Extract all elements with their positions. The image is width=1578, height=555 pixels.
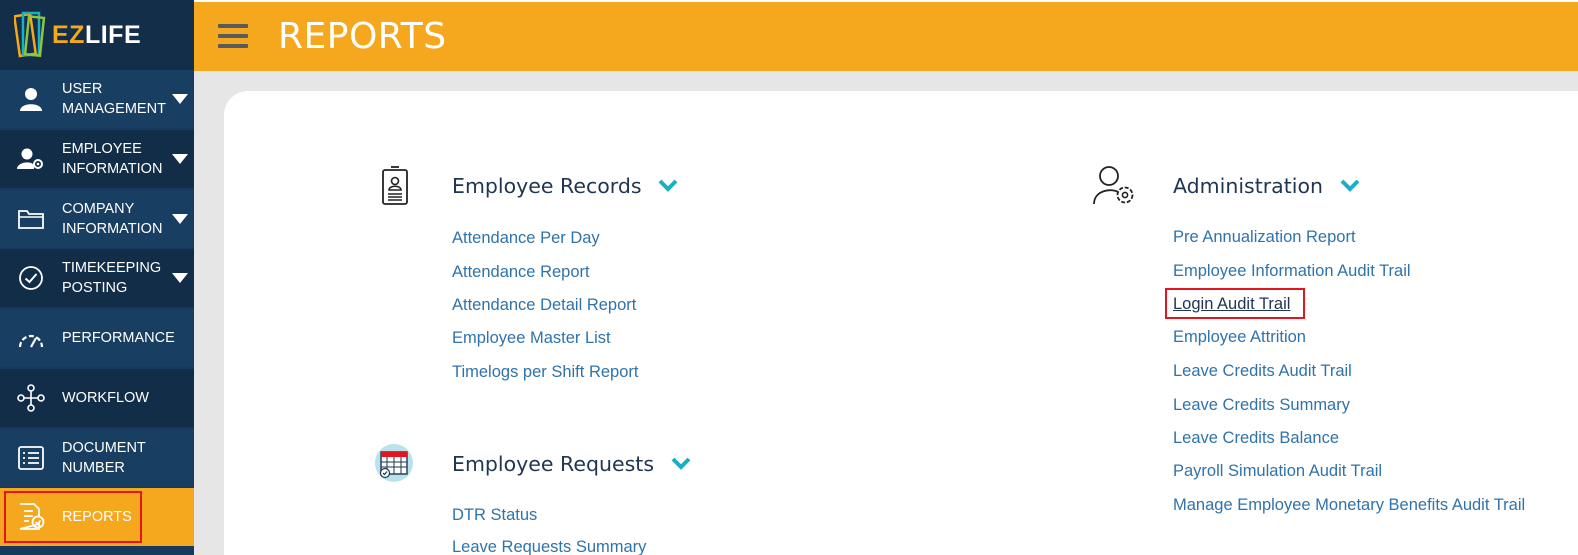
sidebar-item-user-management[interactable]: USER MANAGEMENT (0, 70, 194, 128)
link-leave-credits-summary[interactable]: Leave Credits Summary (1173, 396, 1350, 415)
sidebar-item-timekeeping-posting[interactable]: TIMEKEEPING POSTING (0, 249, 194, 307)
top-header: REPORTS (194, 0, 1578, 71)
link-leave-requests-summary[interactable]: Leave Requests Summary (452, 538, 646, 555)
chevron-down-icon (172, 94, 188, 104)
section-title-employee-requests[interactable]: Employee Requests (452, 452, 691, 476)
link-pre-annualization-report[interactable]: Pre Annualization Report (1173, 228, 1356, 247)
id-card-icon (382, 166, 408, 205)
ezlife-logo-icon (14, 11, 46, 58)
sidebar: EZLIFE USER MANAGEMENT EMPLOYEE INFORMATIO… (0, 0, 194, 555)
link-payroll-simulation-audit-trail[interactable]: Payroll Simulation Audit Trail (1173, 462, 1382, 481)
chevron-down-icon (172, 154, 188, 164)
link-leave-credits-audit-trail[interactable]: Leave Credits Audit Trail (1173, 362, 1352, 381)
page-title: REPORTS (278, 16, 447, 57)
link-login-audit-trail[interactable]: Login Audit Trail (1173, 295, 1290, 314)
user-icon (0, 87, 62, 111)
link-leave-credits-balance[interactable]: Leave Credits Balance (1173, 429, 1339, 448)
calendar-icon (375, 444, 413, 482)
link-employee-information-audit-trail[interactable]: Employee Information Audit Trail (1173, 262, 1411, 281)
gauge-icon (0, 327, 62, 349)
sidebar-item-reports[interactable]: REPORTS (0, 488, 194, 546)
sidebar-item-workflow[interactable]: WORKFLOW (0, 369, 194, 427)
chevron-down-icon (172, 214, 188, 224)
section-title-employee-records[interactable]: Employee Records (452, 174, 678, 198)
workflow-icon (0, 384, 62, 412)
reports-highlight-box (4, 491, 142, 543)
chevron-down-icon[interactable] (671, 456, 691, 470)
sidebar-item-employee-information[interactable]: EMPLOYEE INFORMATION (0, 130, 194, 188)
link-dtr-status[interactable]: DTR Status (452, 506, 537, 525)
document-list-icon (0, 445, 62, 471)
link-attendance-detail-report[interactable]: Attendance Detail Report (452, 296, 636, 315)
link-employee-attrition[interactable]: Employee Attrition (1173, 328, 1306, 347)
chevron-down-icon[interactable] (658, 178, 678, 192)
sidebar-item-company-information[interactable]: COMPANY INFORMATION (0, 190, 194, 248)
chevron-down-icon[interactable] (1340, 178, 1360, 192)
sidebar-item-document-number[interactable]: DOCUMENT NUMBER (0, 429, 194, 487)
chevron-down-icon (172, 273, 188, 283)
reports-content-panel (224, 91, 1578, 555)
section-title-administration[interactable]: Administration (1173, 174, 1360, 198)
check-circle-icon (0, 264, 62, 292)
link-timelogs-per-shift-report[interactable]: Timelogs per Shift Report (452, 363, 638, 382)
link-attendance-report[interactable]: Attendance Report (452, 263, 590, 282)
folder-icon (0, 207, 62, 231)
user-gear-icon (0, 147, 62, 171)
link-employee-master-list[interactable]: Employee Master List (452, 329, 611, 348)
logo-text: EZLIFE (52, 20, 142, 49)
app-logo[interactable]: EZLIFE (0, 0, 194, 70)
user-settings-icon (1093, 166, 1134, 205)
hamburger-menu-icon[interactable] (218, 24, 248, 50)
link-attendance-per-day[interactable]: Attendance Per Day (452, 229, 600, 248)
sidebar-item-performance[interactable]: PERFORMANCE (0, 309, 194, 367)
link-manage-employee-monetary-benefits-audit-trail[interactable]: Manage Employee Monetary Benefits Audit … (1173, 496, 1525, 515)
